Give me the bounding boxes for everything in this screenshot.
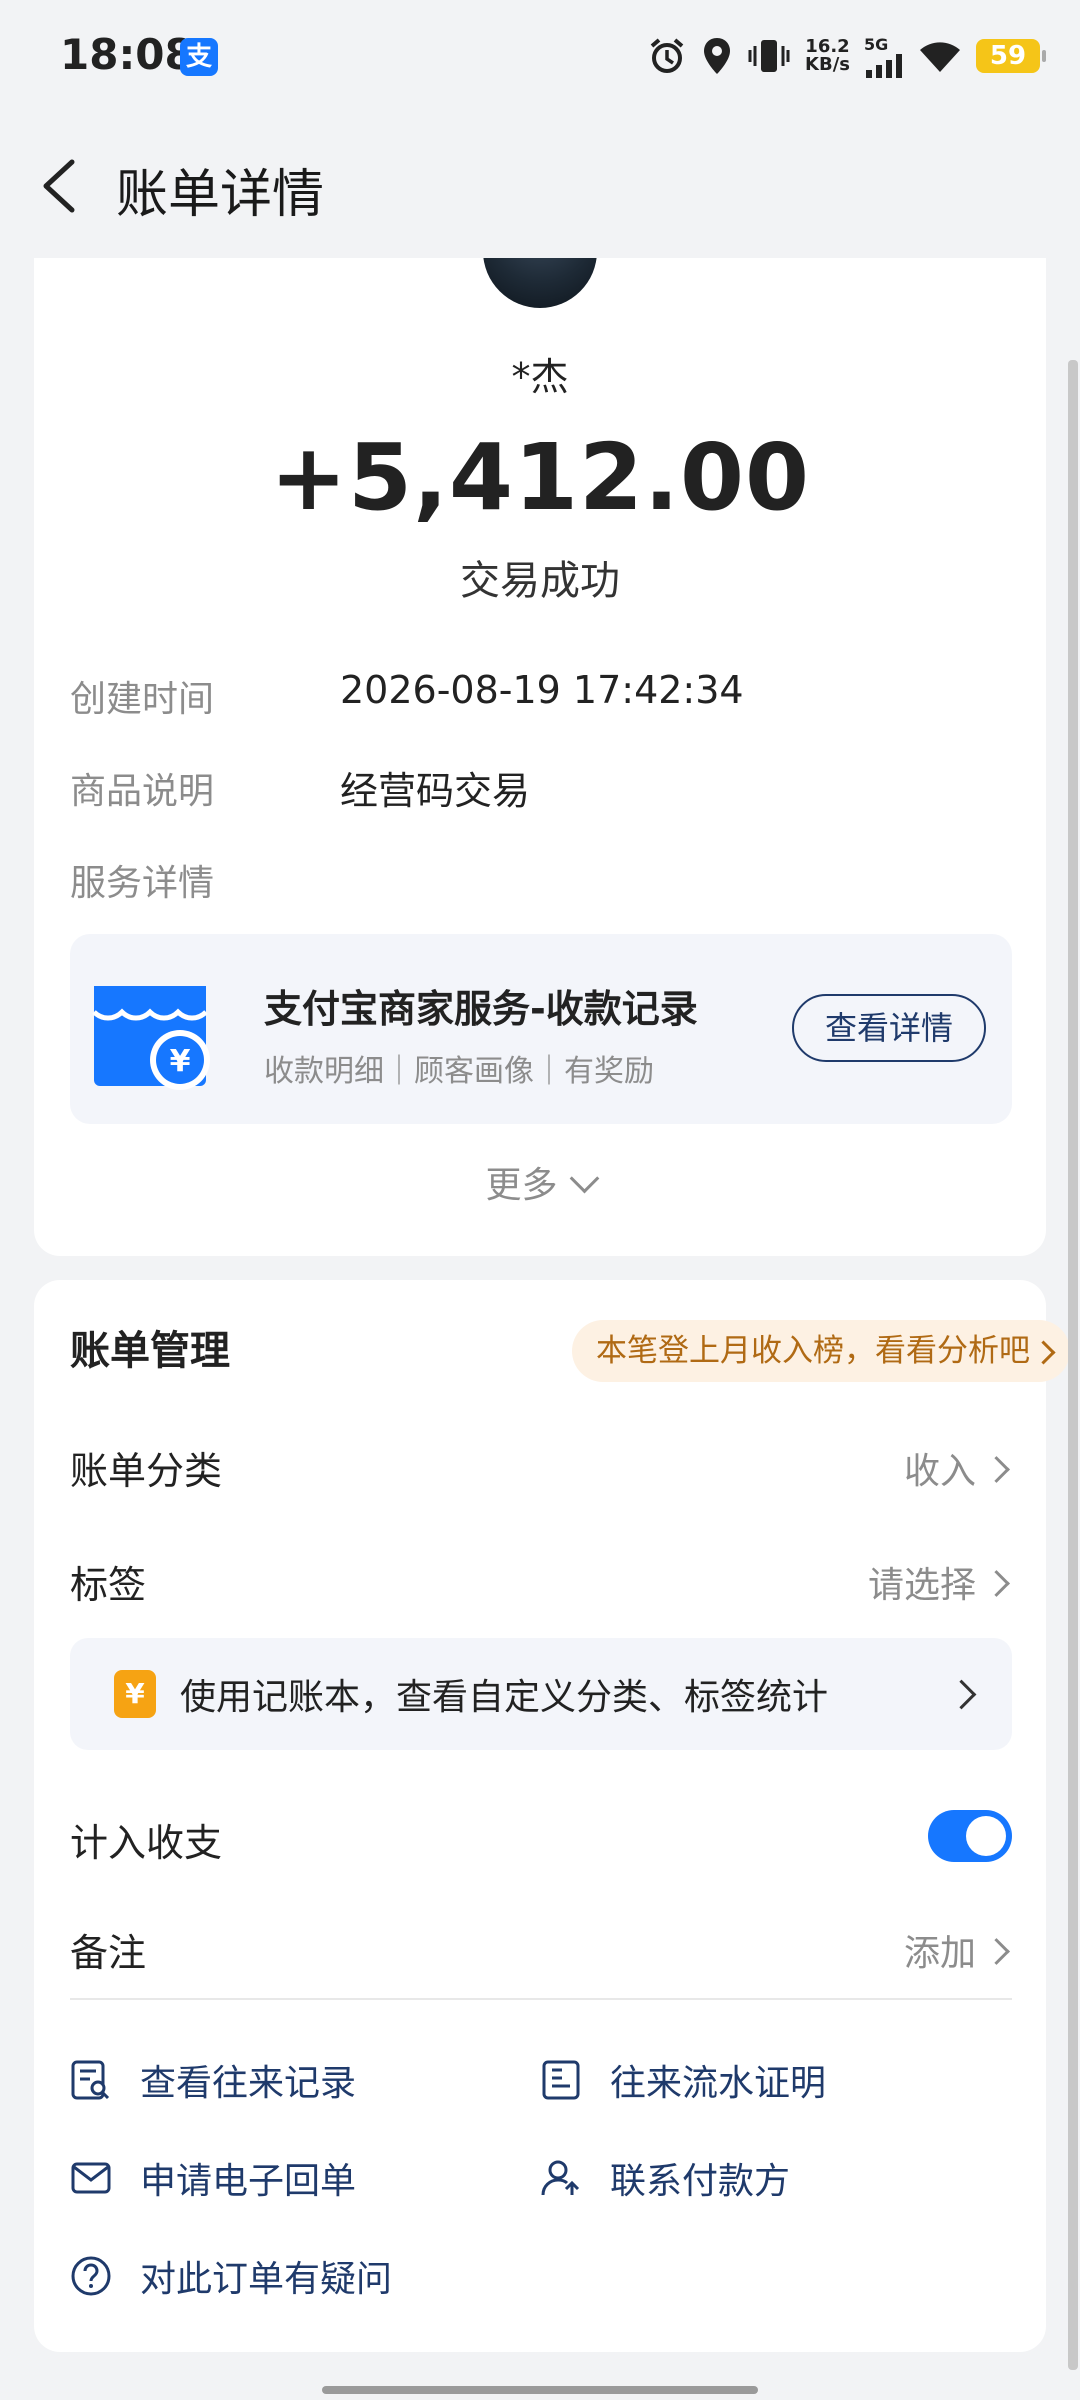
- shop-yuan-icon: ¥: [92, 986, 210, 1090]
- chevron-down-icon: [569, 1163, 599, 1194]
- service-details-label: 服务详情: [70, 863, 215, 904]
- scrollbar[interactable]: [1068, 360, 1078, 2370]
- statement-icon: [542, 2060, 580, 2100]
- toggle-knob: [966, 1816, 1006, 1856]
- more-label: 更多: [485, 1165, 558, 1206]
- view-details-button[interactable]: 查看详情: [792, 994, 986, 1062]
- payer-name: *杰: [511, 355, 569, 399]
- tag-label: 标签: [70, 1563, 147, 1607]
- chevron-right-icon: [1031, 1340, 1056, 1365]
- question-icon: [71, 2256, 111, 2296]
- order-question-link[interactable]: 对此订单有疑问: [70, 2246, 392, 2306]
- note-label: 备注: [70, 1931, 147, 1975]
- alipay-notification-icon: 支: [180, 38, 218, 76]
- chevron-right-icon: [946, 1679, 977, 1710]
- nav-bar: 账单详情: [0, 130, 1080, 240]
- contact-user-icon: [541, 2160, 580, 2196]
- bill-management-title: 账单管理: [70, 1328, 230, 1374]
- view-history-link[interactable]: 查看往来记录: [70, 2050, 356, 2110]
- bill-management-card: 账单管理 本笔登上月收入榜，看看分析吧 账单分类 收入 标签 请选择 ¥ 使用记…: [34, 1280, 1070, 2352]
- service-subtitle: 收款明细｜顾客画像｜有奖励: [264, 1054, 654, 1089]
- service-title: 支付宝商家服务-收款记录: [264, 987, 698, 1031]
- more-toggle[interactable]: 更多: [34, 1156, 1046, 1208]
- divider: [70, 1998, 1012, 2000]
- tag-value: 请选择: [867, 1565, 976, 1606]
- record-search-icon: [71, 2060, 110, 2100]
- page-title: 账单详情: [116, 165, 325, 225]
- svg-text:¥: ¥: [170, 1044, 191, 1079]
- network-speed: 16.2 KB/s: [805, 38, 850, 74]
- account-book-text: 使用记账本，查看自定义分类、标签统计: [180, 1677, 829, 1718]
- back-button[interactable]: [36, 158, 86, 214]
- network-speed-unit: KB/s: [805, 54, 850, 75]
- status-time: 18:08: [60, 30, 194, 79]
- statement-proof-link[interactable]: 往来流水证明: [540, 2050, 826, 2110]
- created-time-value: 2026-08-19 17:42:34: [340, 668, 744, 712]
- note-value: 添加: [903, 1933, 976, 1974]
- chevron-right-icon: [983, 1938, 1010, 1965]
- transaction-card: *杰 +5,412.00 交易成功 创建时间 2026-08-19 17:42:…: [34, 258, 1046, 1256]
- created-time-label: 创建时间: [70, 679, 215, 720]
- contact-payer-link[interactable]: 联系付款方: [540, 2148, 790, 2208]
- contact-payer-label: 联系付款方: [610, 2161, 791, 2202]
- bill-category-value: 收入: [903, 1451, 976, 1492]
- alarm-icon: [647, 36, 687, 76]
- mail-icon: [71, 2162, 111, 2194]
- signal-group: 5G: [864, 35, 904, 78]
- include-in-stats-label: 计入收支: [70, 1821, 223, 1865]
- product-desc-value: 经营码交易: [340, 769, 531, 813]
- chevron-right-icon: [983, 1570, 1010, 1597]
- account-book-banner[interactable]: ¥ 使用记账本，查看自定义分类、标签统计: [70, 1638, 1012, 1750]
- merchant-service-card[interactable]: ¥ 支付宝商家服务-收款记录 收款明细｜顾客画像｜有奖励 查看详情: [70, 934, 1012, 1124]
- bill-category-label: 账单分类: [70, 1449, 223, 1493]
- statement-proof-label: 往来流水证明: [610, 2063, 827, 2104]
- view-history-label: 查看往来记录: [140, 2063, 357, 2104]
- avatar: [483, 258, 597, 308]
- status-icons: 16.2 KB/s 5G 59: [647, 34, 1046, 78]
- battery-icon: 59: [976, 39, 1046, 73]
- order-question-label: 对此订单有疑问: [140, 2259, 393, 2300]
- include-in-stats-toggle[interactable]: [928, 1810, 1012, 1862]
- home-indicator[interactable]: [322, 2386, 758, 2394]
- wifi-icon: [918, 38, 962, 74]
- e-receipt-link[interactable]: 申请电子回单: [70, 2148, 356, 2208]
- income-rank-badge-text: 本笔登上月收入榜，看看分析吧: [596, 1333, 1030, 1369]
- location-icon: [701, 36, 733, 76]
- e-receipt-label: 申请电子回单: [140, 2161, 357, 2202]
- network-type: 5G: [864, 34, 889, 54]
- product-desc-label: 商品说明: [70, 771, 215, 812]
- chevron-right-icon: [983, 1456, 1010, 1483]
- chevron-left-icon: [43, 159, 75, 213]
- transaction-amount: +5,412.00: [269, 424, 811, 531]
- status-bar: 18:08 支 16.2 KB/s 5G 59: [0, 0, 1080, 110]
- transaction-status: 交易成功: [460, 558, 620, 604]
- signal-icon: [866, 53, 902, 78]
- account-book-icon: ¥: [114, 1670, 156, 1718]
- vibrate-icon: [747, 36, 791, 76]
- income-rank-badge[interactable]: 本笔登上月收入榜，看看分析吧: [572, 1320, 1070, 1382]
